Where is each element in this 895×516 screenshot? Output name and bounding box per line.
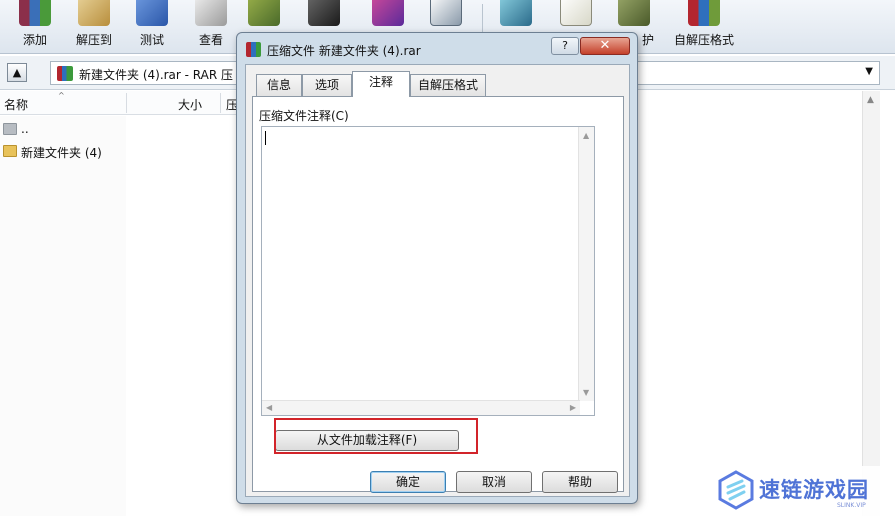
close-button[interactable]: ✕ [580, 37, 630, 55]
watermark-text: 速链游戏园 [759, 478, 869, 502]
list-item[interactable]: 新建文件夹 (4) [0, 142, 240, 162]
file-list-area [0, 116, 126, 516]
watermark-subtext: SLINK.VIP [837, 502, 866, 509]
archive-icon [57, 66, 73, 81]
comment-label: 压缩文件注释(C) [259, 109, 349, 123]
tab-sfx[interactable]: 自解压格式 [410, 74, 486, 96]
column-name[interactable]: 名称 [4, 96, 28, 113]
protect-icon [618, 0, 650, 26]
cancel-button[interactable]: 取消 [456, 471, 532, 493]
list-scrollbar[interactable]: ▲ [862, 91, 880, 516]
highlight-annotation [274, 418, 478, 454]
tab-options[interactable]: 选项 [302, 74, 352, 96]
column-divider[interactable] [220, 93, 221, 113]
add-button[interactable]: 添加 [7, 0, 63, 52]
chevron-down-icon[interactable]: ▼ [865, 66, 873, 77]
title-help-button[interactable]: ? [551, 37, 579, 55]
parent-folder-icon [3, 123, 17, 135]
list-item[interactable]: .. [0, 120, 240, 140]
arrow-up-icon: ▲ [12, 66, 22, 79]
file-list-header: ^ 名称 大小 压 [0, 91, 240, 115]
folder-icon [3, 145, 17, 157]
scroll-right-icon[interactable]: ▶ [570, 403, 576, 412]
scroll-down-icon[interactable]: ▼ [583, 388, 589, 397]
file-name: .. [21, 122, 29, 136]
comment-horizontal-scrollbar[interactable]: ◀ ▶ [262, 400, 580, 415]
sfx-button[interactable]: 自解压格式 [664, 0, 744, 52]
watermark-logo-icon [718, 470, 754, 510]
help-button[interactable]: 帮助 [542, 471, 618, 493]
test-icon [136, 0, 168, 26]
comment-vertical-scrollbar[interactable]: ▲ ▼ [578, 127, 594, 401]
sort-ascending-icon: ^ [58, 91, 65, 100]
file-name: 新建文件夹 (4) [21, 146, 102, 160]
extract-to-button[interactable]: 解压到 [66, 0, 122, 52]
wizard-icon [372, 0, 404, 26]
tab-comment[interactable]: 注释 [352, 71, 410, 97]
scroll-up-icon[interactable]: ▲ [583, 131, 589, 140]
view-button[interactable]: 查看 [183, 0, 239, 52]
watermark: 速链游戏园 SLINK.VIP [697, 466, 895, 516]
test-button[interactable]: 测试 [124, 0, 180, 52]
scroll-up-icon[interactable]: ▲ [867, 95, 874, 105]
find-icon [308, 0, 340, 26]
extract-to-icon [78, 0, 110, 26]
comment-icon [560, 0, 592, 26]
info-icon [430, 0, 462, 26]
delete-icon [248, 0, 280, 26]
scroll-left-icon[interactable]: ◀ [266, 403, 272, 412]
tab-info[interactable]: 信息 [256, 74, 302, 96]
dialog-title: 压缩文件 新建文件夹 (4).rar [267, 44, 421, 58]
winrar-icon [246, 42, 261, 57]
up-level-button[interactable]: ▲ [7, 63, 27, 82]
column-size[interactable]: 大小 [178, 96, 202, 113]
repair-icon [500, 0, 532, 26]
text-caret [265, 131, 266, 145]
column-divider[interactable] [126, 93, 127, 113]
ok-button[interactable]: 确定 [370, 471, 446, 493]
view-icon [195, 0, 227, 26]
sfx-icon [688, 0, 720, 26]
address-path: 新建文件夹 (4).rar - RAR 压 [79, 68, 234, 82]
comment-textarea[interactable]: ▲ ▼ ◀ ▶ [261, 126, 595, 416]
add-archive-icon [19, 0, 51, 26]
